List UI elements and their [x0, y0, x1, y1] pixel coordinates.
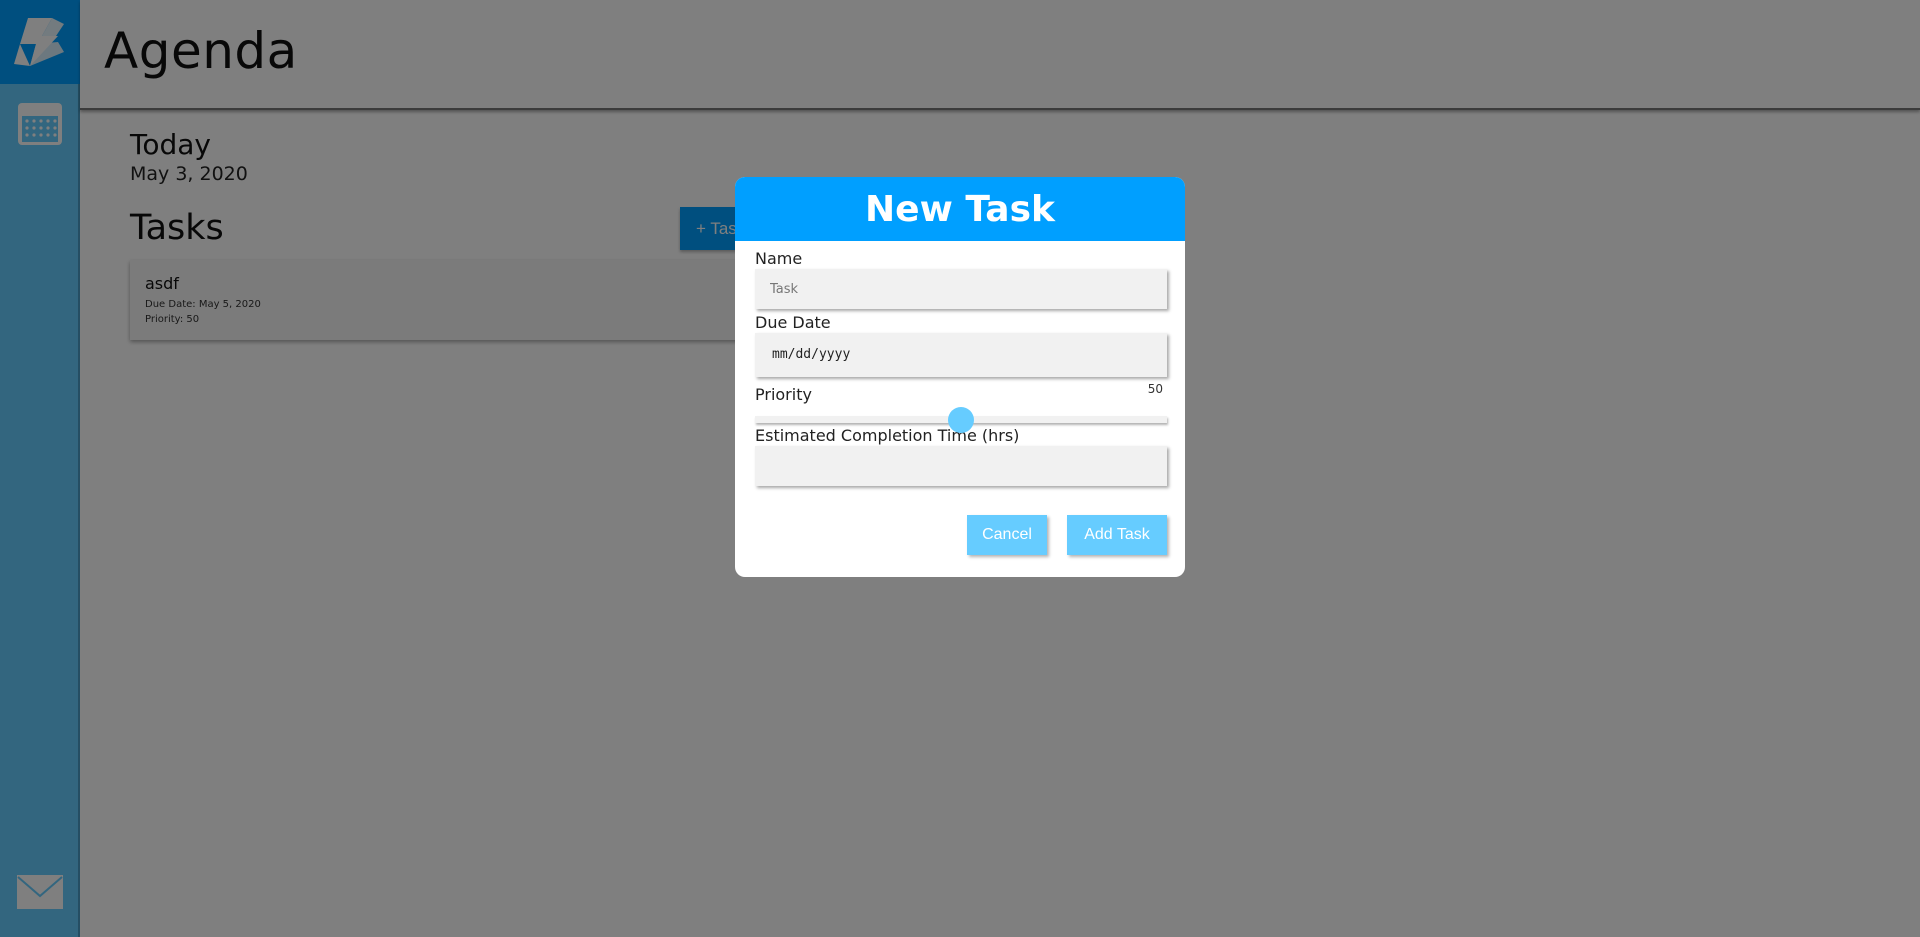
name-input[interactable]: [755, 269, 1167, 309]
priority-label: Priority: [755, 385, 812, 404]
estimated-time-input[interactable]: [755, 446, 1167, 486]
dialog-body: Name Due Date mm/dd/yyyy Priority 50 Est…: [735, 241, 1185, 486]
priority-slider-thumb[interactable]: [948, 407, 974, 433]
due-date-input[interactable]: mm/dd/yyyy: [755, 333, 1167, 377]
new-task-dialog: New Task Name Due Date mm/dd/yyyy Priori…: [735, 177, 1185, 577]
add-task-submit-button[interactable]: Add Task: [1067, 515, 1167, 555]
dialog-actions: Cancel Add Task: [967, 515, 1167, 555]
cancel-button[interactable]: Cancel: [967, 515, 1047, 555]
name-label: Name: [755, 249, 803, 268]
dialog-title: New Task: [865, 188, 1055, 230]
due-date-label: Due Date: [755, 313, 831, 332]
dialog-header: New Task: [735, 177, 1185, 241]
priority-value: 50: [1147, 382, 1163, 396]
priority-slider[interactable]: 50: [755, 382, 1167, 433]
